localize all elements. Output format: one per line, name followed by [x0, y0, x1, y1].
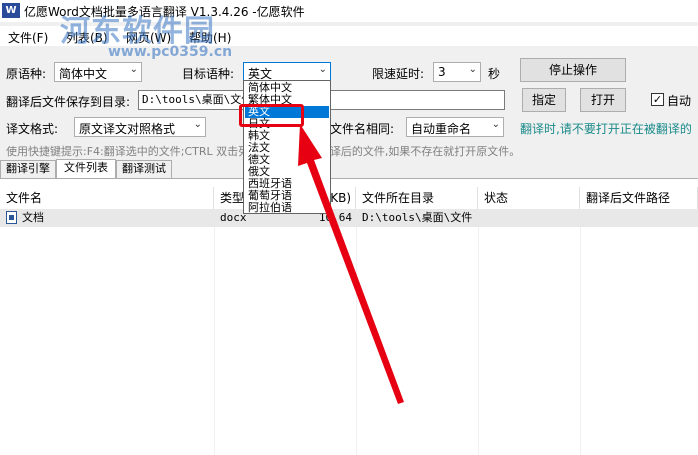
annotation-arrow-icon	[298, 124, 404, 404]
